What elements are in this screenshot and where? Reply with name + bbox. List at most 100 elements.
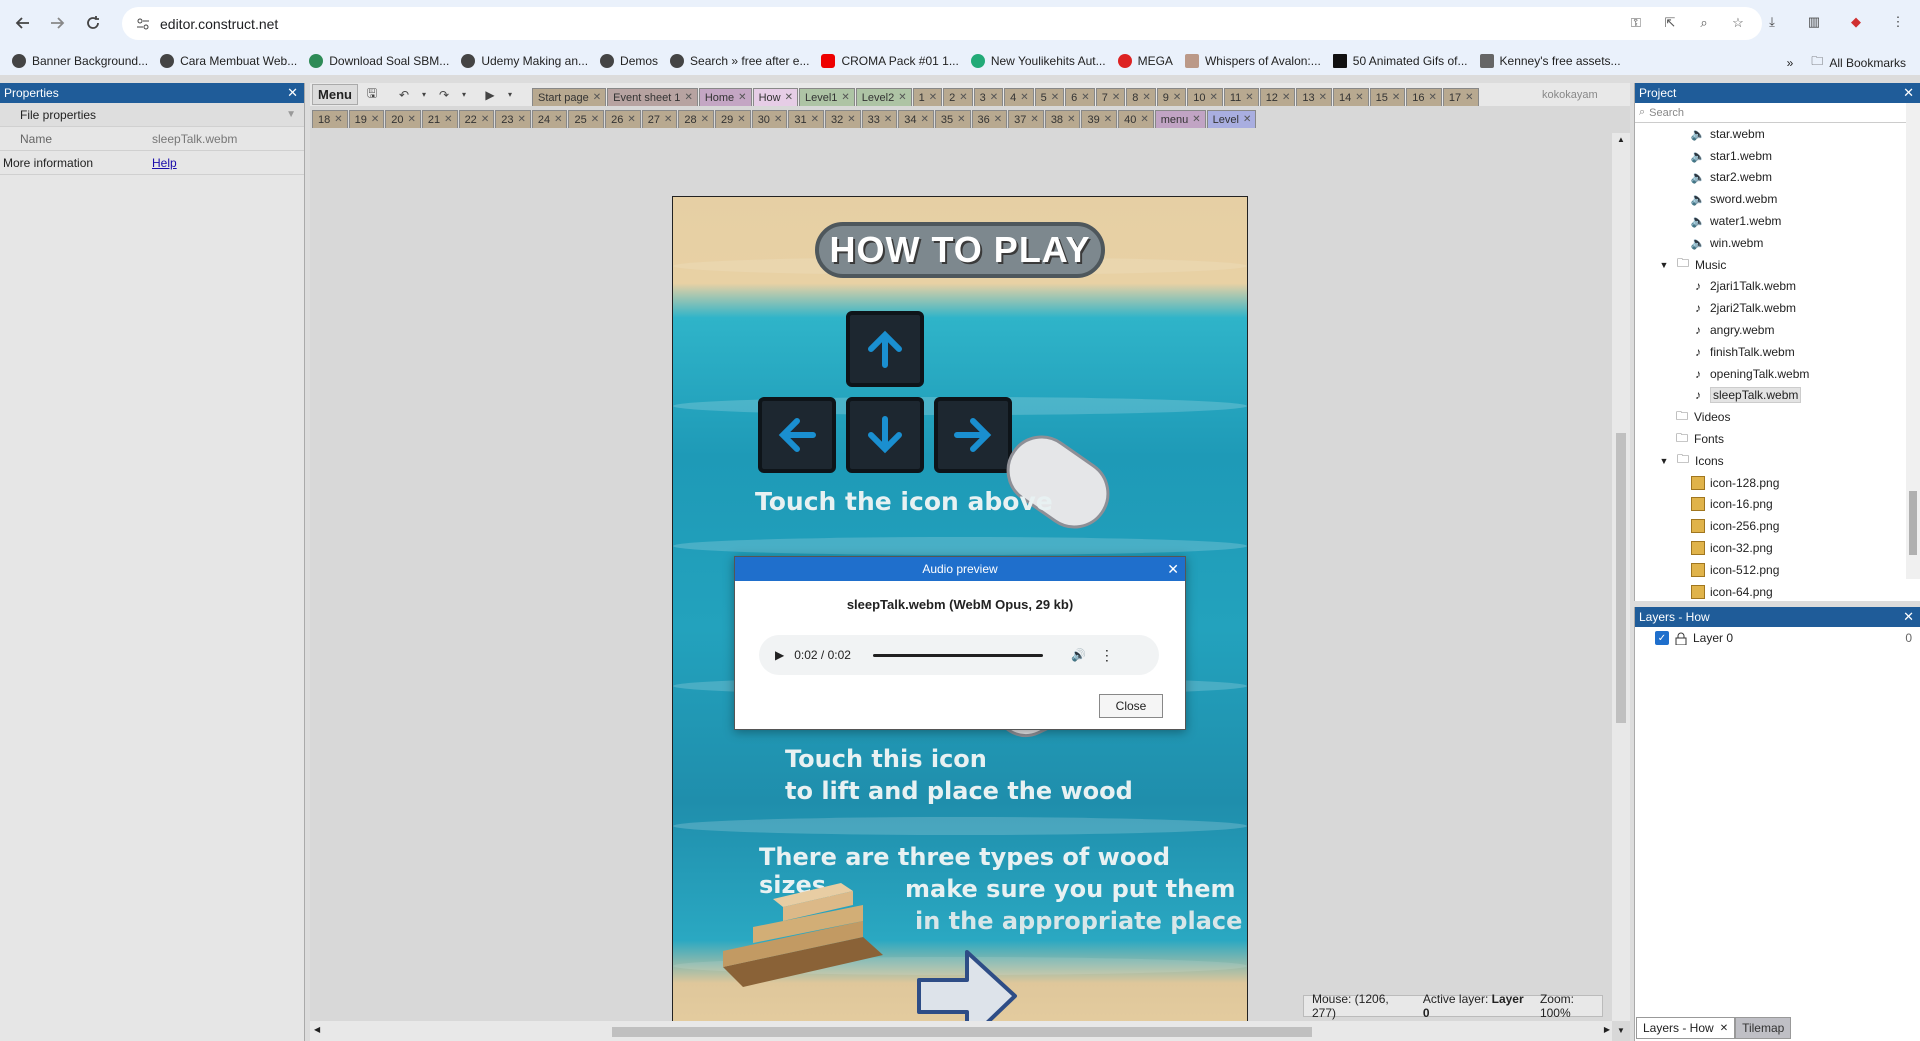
bookmark-item[interactable]: Whispers of Avalon:... xyxy=(1184,54,1321,68)
editor-tab[interactable]: 26 ✕ xyxy=(605,110,641,128)
editor-tab[interactable]: Level2 ✕ xyxy=(855,88,912,106)
tree-folder-music[interactable]: ▼ 🗀 Music xyxy=(1635,254,1920,276)
bookmark-item[interactable]: Demos xyxy=(600,54,658,68)
close-tab-icon[interactable]: ✕ xyxy=(1051,92,1059,103)
side-panel-icon[interactable]: ▥ xyxy=(1802,10,1826,34)
editor-tab[interactable]: 8 ✕ xyxy=(1126,88,1156,106)
close-tab-icon[interactable]: ✕ xyxy=(1030,114,1038,125)
close-tab-icon[interactable]: ✕ xyxy=(1104,114,1112,125)
close-tab-icon[interactable]: ✕ xyxy=(847,114,855,125)
tree-item-music[interactable]: ♪ finishTalk.webm xyxy=(1635,341,1920,363)
scroll-down-icon[interactable]: ▼ xyxy=(1617,1026,1625,1035)
instruction-text-2b[interactable]: to lift and place the wood xyxy=(785,777,1133,805)
tree-item-sound[interactable]: 🔈 water1.webm xyxy=(1635,210,1920,232)
bookmark-item[interactable]: Udemy Making an... xyxy=(461,54,588,68)
extension-icon[interactable]: ◆ xyxy=(1844,10,1868,34)
tree-item-music[interactable]: ♪ 2jari2Talk.webm xyxy=(1635,297,1920,319)
scroll-up-icon[interactable]: ▲ xyxy=(1617,135,1625,144)
close-button[interactable]: Close xyxy=(1099,694,1163,718)
download-icon[interactable]: ⤓ xyxy=(1760,10,1784,34)
editor-tab[interactable]: 16 ✕ xyxy=(1406,88,1442,106)
editor-tab[interactable]: 3 ✕ xyxy=(973,88,1004,106)
bookmark-item[interactable]: MEGA xyxy=(1117,54,1173,68)
editor-tab[interactable]: 19 ✕ xyxy=(348,110,385,128)
editor-tab[interactable]: 27 ✕ xyxy=(641,110,678,128)
address-bar[interactable]: editor.construct.net ⚿ ⇱ ⌕ ☆ xyxy=(122,7,1762,40)
editor-tab[interactable]: menu ✕ xyxy=(1154,110,1206,128)
editor-tab[interactable]: 21 ✕ xyxy=(421,110,458,128)
tree-item-sound[interactable]: 🔈 star1.webm xyxy=(1635,145,1920,167)
volume-icon[interactable]: 🔊 xyxy=(1071,648,1086,662)
editor-tab[interactable]: 30 ✕ xyxy=(751,110,788,128)
editor-tab[interactable]: Event sheet 1 ✕ xyxy=(607,88,698,106)
play-icon[interactable]: ▶ xyxy=(775,648,784,662)
tree-item-icon[interactable]: icon-64.png xyxy=(1635,581,1920,603)
close-tab-icon[interactable]: ✕ xyxy=(1282,92,1290,103)
tree-item-icon[interactable]: icon-256.png xyxy=(1635,515,1920,537)
tree-folder-icons[interactable]: ▼ 🗀 Icons xyxy=(1635,450,1920,472)
editor-tab[interactable]: 4 ✕ xyxy=(1004,88,1034,106)
back-icon[interactable] xyxy=(10,10,36,36)
close-tab-icon[interactable]: ✕ xyxy=(1192,114,1200,125)
editor-tab[interactable]: 1 ✕ xyxy=(912,88,943,106)
close-tab-icon[interactable]: ✕ xyxy=(957,114,965,125)
close-tab-icon[interactable]: ✕ xyxy=(1243,114,1251,125)
close-icon[interactable]: ✕ xyxy=(1903,85,1914,101)
editor-tab[interactable]: 25 ✕ xyxy=(568,110,605,128)
editor-tab[interactable]: 34 ✕ xyxy=(898,110,934,128)
file-properties-section[interactable]: File properties ▼ xyxy=(0,103,304,127)
expand-icon[interactable]: ▼ xyxy=(1657,258,1671,272)
scroll-left-icon[interactable]: ◀ xyxy=(314,1025,320,1034)
checkbox-icon[interactable]: ✓ xyxy=(1655,631,1669,645)
editor-tab[interactable]: 31 ✕ xyxy=(788,110,824,128)
editor-tab[interactable]: Home ✕ xyxy=(698,88,752,106)
tree-item-music[interactable]: ♪ 2jari1Talk.webm xyxy=(1635,276,1920,298)
how-to-play-title[interactable]: HOW TO PLAY xyxy=(815,222,1105,278)
horizontal-scrollbar[interactable]: ◀ ▶ xyxy=(310,1021,1612,1041)
close-tab-icon[interactable]: ✕ xyxy=(1429,92,1437,103)
editor-tab[interactable]: 17 ✕ xyxy=(1442,88,1479,106)
close-tab-icon[interactable]: ✕ xyxy=(994,114,1002,125)
more-options-icon[interactable]: ⋮ xyxy=(1100,647,1114,664)
bookmark-item[interactable]: New Youlikehits Aut... xyxy=(970,54,1106,68)
arrow-right-wood-icon[interactable] xyxy=(913,942,1023,1021)
editor-tab[interactable]: 12 ✕ xyxy=(1259,88,1296,106)
editor-tab[interactable]: 36 ✕ xyxy=(971,110,1008,128)
close-icon[interactable]: ✕ xyxy=(1903,609,1914,625)
close-tab-icon[interactable]: ✕ xyxy=(884,114,892,125)
close-tab-icon[interactable]: ✕ xyxy=(1020,92,1028,103)
editor-tab[interactable]: 40 ✕ xyxy=(1118,110,1154,128)
editor-tab[interactable]: 18 ✕ xyxy=(312,110,348,128)
bookmark-item[interactable]: Kenney's free assets... xyxy=(1479,54,1621,68)
site-info-icon[interactable] xyxy=(132,13,154,35)
editor-tab[interactable]: 23 ✕ xyxy=(495,110,531,128)
close-tab-icon[interactable]: ✕ xyxy=(1392,92,1400,103)
editor-tab[interactable]: 20 ✕ xyxy=(385,110,421,128)
close-tab-icon[interactable]: ✕ xyxy=(738,92,746,103)
play-icon[interactable]: ▶ xyxy=(480,88,500,102)
bookmark-item[interactable]: Search » free after e... xyxy=(670,54,809,68)
close-tab-icon[interactable]: ✕ xyxy=(1142,92,1150,103)
tree-item-icon[interactable]: icon-128.png xyxy=(1635,472,1920,494)
scroll-right-icon[interactable]: ▶ xyxy=(1604,1025,1610,1034)
project-search-input[interactable]: ⌕ Search xyxy=(1635,103,1920,123)
tree-item-icon[interactable]: icon-512.png xyxy=(1635,559,1920,581)
close-tab-icon[interactable]: ✕ xyxy=(898,92,906,103)
editor-tab[interactable]: 6 ✕ xyxy=(1065,88,1095,106)
editor-tab[interactable]: 33 ✕ xyxy=(861,110,898,128)
editor-tab[interactable]: Level1 ✕ xyxy=(798,88,855,106)
close-tab-icon[interactable]: ✕ xyxy=(841,92,849,103)
close-tab-icon[interactable]: ✕ xyxy=(1465,92,1473,103)
scroll-thumb[interactable] xyxy=(1909,491,1917,555)
editor-tab[interactable]: 5 ✕ xyxy=(1034,88,1065,106)
open-in-app-icon[interactable]: ⇱ xyxy=(1660,13,1680,33)
scroll-thumb[interactable] xyxy=(612,1027,1312,1037)
tree-item-sound[interactable]: 🔈 star2.webm xyxy=(1635,167,1920,189)
editor-tab[interactable]: 24 ✕ xyxy=(531,110,568,128)
reload-icon[interactable] xyxy=(80,10,106,36)
editor-tab[interactable]: 38 ✕ xyxy=(1044,110,1081,128)
close-tab-icon[interactable]: ✕ xyxy=(774,114,782,125)
audio-progress-bar[interactable] xyxy=(872,653,1043,657)
project-scrollbar[interactable] xyxy=(1906,103,1920,579)
tree-item-icon[interactable]: icon-16.png xyxy=(1635,494,1920,516)
